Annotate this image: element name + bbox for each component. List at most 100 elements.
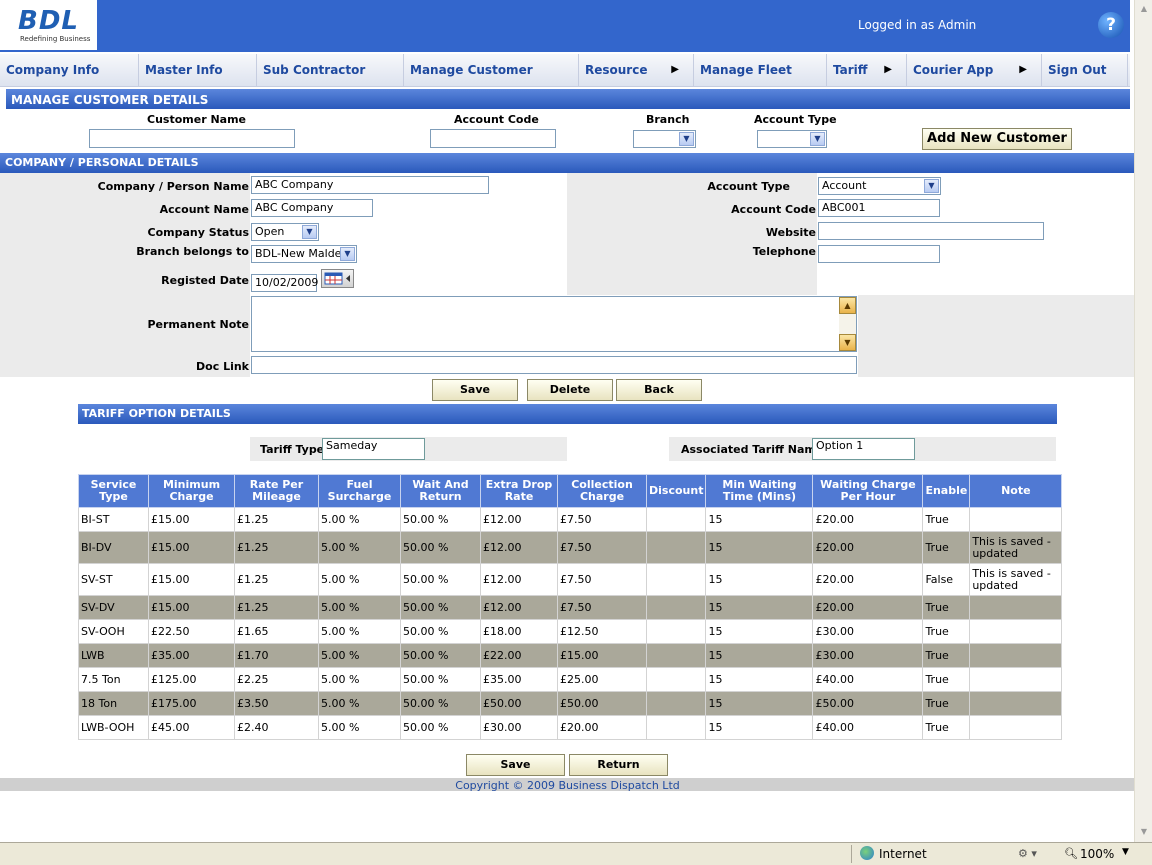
menu-company-info[interactable]: Company Info bbox=[0, 54, 139, 86]
cell-discount bbox=[645, 643, 707, 668]
table-row[interactable]: SV-OOH £22.50 £1.65 5.00 % 50.00 % £18.00 £12.… bbox=[78, 619, 1063, 644]
website-input[interactable] bbox=[818, 222, 1044, 240]
account-name-input[interactable]: ABC Company bbox=[251, 199, 373, 217]
cell-fuel-surcharge: 5.00 % bbox=[318, 531, 401, 564]
customer-name-search-input[interactable] bbox=[89, 129, 295, 148]
telephone-label: Telephone bbox=[752, 245, 816, 258]
divider bbox=[851, 845, 852, 863]
zoom-level[interactable]: 100% bbox=[1080, 847, 1114, 861]
calendar-icon[interactable] bbox=[321, 269, 354, 288]
cell-waiting-charge-per-hour: £50.00 bbox=[812, 691, 924, 716]
menu-manage-customer[interactable]: Manage Customer bbox=[404, 54, 579, 86]
table-row[interactable]: BI-DV £15.00 £1.25 5.00 % 50.00 % £12.00 £7.50… bbox=[78, 531, 1063, 564]
cell-fuel-surcharge: 5.00 % bbox=[318, 691, 401, 716]
cell-discount bbox=[645, 531, 707, 564]
person-name-label: Company / Person Name bbox=[97, 180, 249, 193]
manage-customer-title: MANAGE CUSTOMER DETAILS bbox=[6, 89, 1130, 109]
cell-collection-charge: £20.00 bbox=[557, 715, 647, 740]
table-row[interactable]: SV-DV £15.00 £1.25 5.00 % 50.00 % £12.00 £7.50… bbox=[78, 595, 1063, 620]
account-type-search-label: Account Type bbox=[754, 113, 837, 126]
cell-note bbox=[969, 595, 1063, 620]
table-row[interactable]: SV-ST £15.00 £1.25 5.00 % 50.00 % £12.00 £7.50… bbox=[78, 563, 1063, 596]
table-row[interactable]: LWB £35.00 £1.70 5.00 % 50.00 % £22.00 £15.00 1… bbox=[78, 643, 1063, 668]
cell-fuel-surcharge: 5.00 % bbox=[318, 595, 401, 620]
telephone-input[interactable] bbox=[818, 245, 940, 263]
cell-extra-drop-rate: £12.00 bbox=[480, 595, 558, 620]
save-company-button[interactable]: Save bbox=[432, 379, 518, 401]
branch-search-select[interactable]: ▼ bbox=[633, 130, 696, 148]
registered-date-input[interactable]: 10/02/2009 bbox=[251, 274, 318, 292]
cell-min-waiting-time: 15 bbox=[705, 715, 814, 740]
doc-link-label: Doc Link bbox=[196, 360, 249, 373]
bdl-logo[interactable]: BDL Redefining Business bbox=[0, 0, 97, 50]
cell-min-waiting-time: 15 bbox=[705, 619, 814, 644]
company-status-select[interactable]: Open ▼ bbox=[251, 223, 319, 241]
cell-rate-per-mileage: £2.25 bbox=[234, 667, 319, 692]
note-scrollbar[interactable]: ▲ ▼ bbox=[839, 297, 856, 351]
account-code-search-input[interactable] bbox=[430, 129, 556, 148]
person-name-input[interactable]: ABC Company bbox=[251, 176, 489, 194]
registered-date-label: Registed Date bbox=[161, 274, 249, 287]
cell-minimum-charge: £15.00 bbox=[148, 595, 235, 620]
branch-select[interactable]: BDL-New Malden ▼ bbox=[251, 245, 357, 263]
menu-courier-app[interactable]: Courier App ▶ bbox=[907, 54, 1042, 86]
doc-link-input[interactable] bbox=[251, 356, 857, 374]
account-code-input[interactable]: ABC001 bbox=[818, 199, 940, 217]
branch-label: Branch belongs to bbox=[136, 245, 249, 258]
table-row[interactable]: LWB-OOH £45.00 £2.40 5.00 % 50.00 % £30.00 £20… bbox=[78, 715, 1063, 740]
protected-mode-icon[interactable]: ⚙ ▾ bbox=[1018, 847, 1037, 860]
table-row[interactable]: BI-ST £15.00 £1.25 5.00 % 50.00 % £12.00 £7.50… bbox=[78, 507, 1063, 532]
tariff-table: Service Type Minimum Charge Rate Per Mil… bbox=[78, 474, 1063, 740]
permanent-note-textarea[interactable] bbox=[251, 296, 857, 352]
submenu-arrow-icon: ▶ bbox=[1019, 64, 1027, 75]
cell-collection-charge: £7.50 bbox=[557, 507, 647, 532]
cell-extra-drop-rate: £50.00 bbox=[480, 691, 558, 716]
help-icon[interactable]: ? bbox=[1098, 12, 1124, 38]
cell-min-waiting-time: 15 bbox=[705, 507, 814, 532]
cell-service-type: LWB-OOH bbox=[78, 715, 149, 740]
scroll-down-icon[interactable]: ▼ bbox=[839, 334, 856, 351]
cell-extra-drop-rate: £35.00 bbox=[480, 667, 558, 692]
table-row[interactable]: 18 Ton £175.00 £3.50 5.00 % 50.00 % £50.00 £50… bbox=[78, 691, 1063, 716]
cell-note: This is saved - updated bbox=[969, 563, 1063, 596]
chevron-down-icon: ▼ bbox=[340, 247, 355, 261]
account-type-search-select[interactable]: ▼ bbox=[757, 130, 827, 148]
return-button[interactable]: Return bbox=[569, 754, 668, 776]
menu-sign-out[interactable]: Sign Out bbox=[1042, 54, 1128, 86]
zoom-dropdown-icon[interactable]: ▼ bbox=[1122, 847, 1129, 857]
cell-service-type: SV-ST bbox=[78, 563, 149, 596]
delete-company-button[interactable]: Delete bbox=[527, 379, 613, 401]
back-button[interactable]: Back bbox=[616, 379, 702, 401]
scroll-up-icon[interactable]: ▲ bbox=[839, 297, 856, 314]
account-type-select[interactable]: Account ▼ bbox=[818, 177, 941, 195]
browser-scrollbar[interactable]: ▲ ▼ bbox=[1134, 0, 1152, 842]
cell-minimum-charge: £125.00 bbox=[148, 667, 235, 692]
cell-waiting-charge-per-hour: £30.00 bbox=[812, 643, 924, 668]
company-status-label: Company Status bbox=[147, 226, 249, 239]
zoom-icon[interactable]: 🔍︎ bbox=[1064, 847, 1078, 860]
add-new-customer-button[interactable]: Add New Customer bbox=[922, 128, 1072, 150]
cell-service-type: BI-DV bbox=[78, 531, 149, 564]
cell-min-waiting-time: 15 bbox=[705, 643, 814, 668]
menu-manage-fleet[interactable]: Manage Fleet bbox=[694, 54, 827, 86]
browser-status-bar: Internet ⚙ ▾ 🔍︎ 100% ▼ bbox=[0, 842, 1152, 865]
cell-collection-charge: £7.50 bbox=[557, 595, 647, 620]
menu-resource[interactable]: Resource ▶ bbox=[579, 54, 694, 86]
note-side-background bbox=[858, 295, 1135, 377]
cell-wait-and-return: 50.00 % bbox=[400, 595, 481, 620]
main-menu: Company Info Master Info Sub Contractor … bbox=[0, 54, 1130, 87]
save-tariff-button[interactable]: Save bbox=[466, 754, 565, 776]
cell-extra-drop-rate: £30.00 bbox=[480, 715, 558, 740]
account-type-label: Account Type bbox=[707, 180, 790, 193]
col-header: Min Waiting Time (Mins) bbox=[705, 474, 814, 508]
cell-service-type: 18 Ton bbox=[78, 691, 149, 716]
menu-sub-contractor[interactable]: Sub Contractor bbox=[257, 54, 404, 86]
branch-search-label: Branch bbox=[646, 113, 690, 126]
scroll-down-icon[interactable]: ▼ bbox=[1136, 824, 1152, 840]
menu-master-info[interactable]: Master Info bbox=[139, 54, 257, 86]
cell-wait-and-return: 50.00 % bbox=[400, 691, 481, 716]
menu-tariff[interactable]: Tariff ▶ bbox=[827, 54, 907, 86]
scroll-up-icon[interactable]: ▲ bbox=[1136, 1, 1152, 17]
table-row[interactable]: 7.5 Ton £125.00 £2.25 5.00 % 50.00 % £35.00 £2… bbox=[78, 667, 1063, 692]
website-label: Website bbox=[765, 226, 816, 239]
